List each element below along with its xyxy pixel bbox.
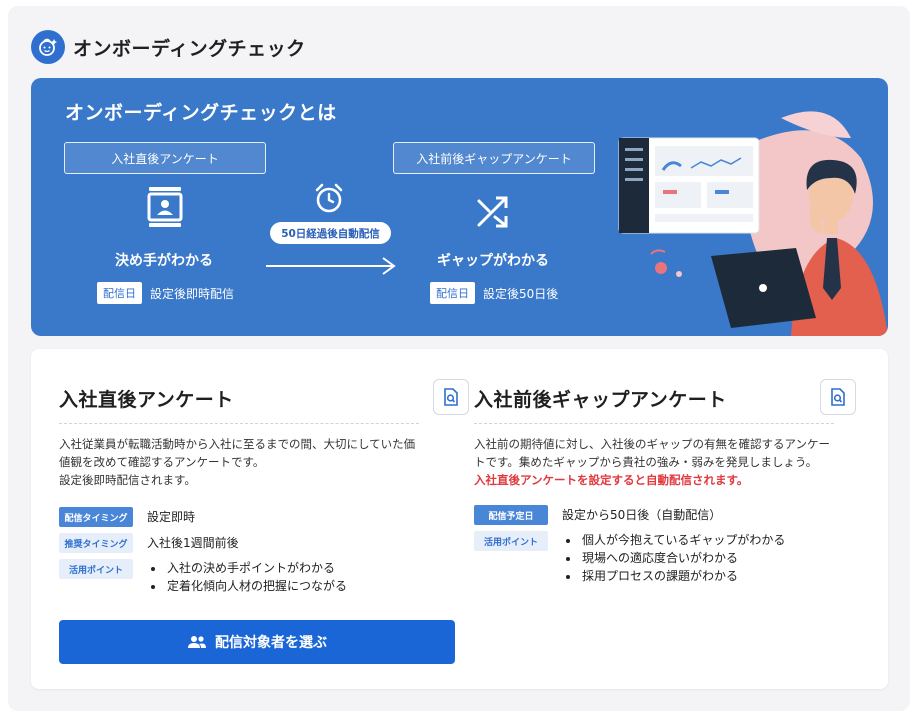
select-recipients-button[interactable]: 配信対象者を選ぶ — [59, 620, 455, 664]
left-usage-list: 入社の決め手ポイントがわかる 定着化傾向人材の把握につながる — [147, 559, 347, 595]
right-auto-note: 入社直後アンケートを設定すると自動配信されます。 — [474, 473, 749, 487]
stage1-delivery-text: 設定後即時配信 — [150, 286, 235, 301]
page-header: オンボーディングチェック — [31, 30, 306, 64]
hero-title: オンボーディングチェックとは — [65, 102, 337, 124]
stage1-delivery-tag: 配信日 — [97, 282, 142, 304]
survey-card: 入社直後アンケート 入社従業員が転職活動時から入社に至るまでの間、大切にしていた… — [31, 349, 888, 689]
hero-banner: オンボーディングチェックとは 入社直後アンケート 決め手がわかる 配信日 設定後… — [31, 78, 888, 336]
stage1-label: 決め手がわかる — [115, 253, 213, 269]
people-icon — [188, 636, 206, 648]
stage2-delivery-tag: 配信日 — [430, 282, 475, 304]
auto-delivery-pill: 50日経過後自動配信 — [270, 222, 391, 244]
onboarding-logo-icon — [31, 30, 65, 64]
stage1-box: 入社直後アンケート — [64, 142, 266, 174]
left-row-usage-points: 活用ポイント 入社の決め手ポイントがわかる 定着化傾向人材の把握につながる — [59, 559, 469, 595]
right-info-rows: 配信予定日 設定から50日後（自動配信） 活用ポイント 個人が今抱えているギャッ… — [474, 505, 884, 591]
left-info-rows: 配信タイミング 設定即時 推奨タイミング 入社後1週間前後 活用ポイント 入社の… — [59, 507, 469, 601]
list-item: 定着化傾向人材の把握につながる — [165, 577, 347, 595]
left-preview-button[interactable] — [433, 379, 469, 415]
doc-search-icon — [444, 388, 458, 406]
page-title: オンボーディングチェック — [73, 37, 306, 60]
right-preview-button[interactable] — [820, 379, 856, 415]
right-divider — [474, 423, 834, 424]
right-title: 入社前後ギャップアンケート — [474, 389, 727, 411]
left-row-recommended-timing: 推奨タイミング 入社後1週間前後 — [59, 533, 469, 553]
right-usage-list: 個人が今抱えているギャップがわかる 現場への適応度合いがわかる 採用プロセスの課… — [562, 531, 785, 585]
stage2-label: ギャップがわかる — [437, 253, 549, 269]
list-item: 入社の決め手ポイントがわかる — [165, 559, 347, 577]
list-item: 現場への適応度合いがわかる — [580, 549, 785, 567]
stage1-delivery: 配信日 設定後即時配信 — [97, 282, 234, 304]
doc-search-icon — [831, 388, 845, 406]
hero-illustration — [618, 111, 888, 336]
left-title: 入社直後アンケート — [59, 389, 234, 411]
list-item: 採用プロセスの課題がわかる — [580, 567, 785, 585]
left-description: 入社従業員が転職活動時から入社に至るまでの間、大切にしていた価 値観を改めて確認… — [59, 437, 416, 487]
id-card-icon — [146, 186, 184, 232]
right-row-usage-points: 活用ポイント 個人が今抱えているギャップがわかる 現場への適応度合いがわかる 採… — [474, 531, 884, 585]
right-row-scheduled-date: 配信予定日 設定から50日後（自動配信） — [474, 505, 884, 525]
arrow-right-icon — [264, 256, 398, 280]
right-description: 入社前の期待値に対し、入社後のギャップの有無を確認するアンケー トです。集めたギ… — [474, 435, 844, 489]
stage2-box: 入社前後ギャップアンケート — [393, 142, 595, 174]
left-divider — [59, 423, 419, 424]
stage2-delivery-text: 設定後50日後 — [483, 286, 559, 301]
stage2-delivery: 配信日 設定後50日後 — [430, 282, 558, 304]
left-row-delivery-timing: 配信タイミング 設定即時 — [59, 507, 469, 527]
shuffle-icon — [475, 193, 511, 233]
list-item: 個人が今抱えているギャップがわかる — [580, 531, 785, 549]
alarm-clock-icon — [313, 182, 345, 218]
